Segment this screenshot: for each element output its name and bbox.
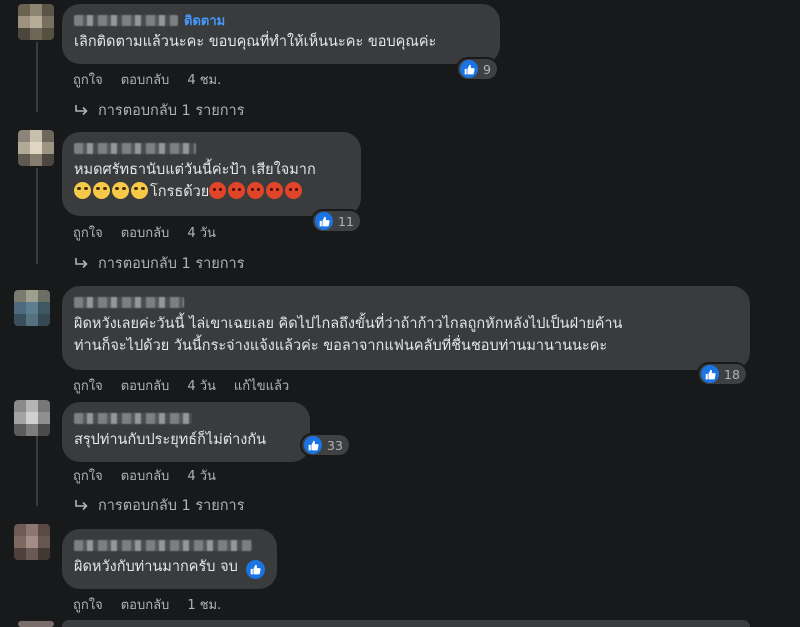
angry-face-emoji xyxy=(228,182,246,199)
reaction-count: 9 xyxy=(483,61,491,77)
edited-label[interactable]: แก้ไขแล้ว xyxy=(234,375,289,396)
author-name-blurred xyxy=(74,296,184,308)
reaction-badge[interactable]: 11 xyxy=(313,211,360,231)
reaction-count: 18 xyxy=(724,366,740,382)
avatar[interactable] xyxy=(14,400,50,436)
angry-face-emoji xyxy=(247,182,265,199)
angry-face-emoji xyxy=(285,182,303,199)
comment-bubble xyxy=(62,620,750,627)
comment-timestamp[interactable]: 4 วัน xyxy=(187,375,216,396)
comment-author[interactable]: ติดตาม xyxy=(74,10,488,31)
reply-button[interactable]: ตอบกลับ xyxy=(121,465,170,486)
comment-actions: ถูกใจ ตอบกลับ 1 ชม. xyxy=(73,594,221,615)
comment-text-line-2: ท่านก็จะไปด้วย วันนี้กระจ่างแจ้งแล้วค่ะ … xyxy=(74,338,608,354)
crying-face-emoji xyxy=(112,182,129,199)
comment-text: สรุปท่านกับประยุทธ์ก็ไม่ต่างกัน xyxy=(74,432,267,448)
like-button[interactable]: ถูกใจ xyxy=(73,594,103,615)
crying-face-emoji xyxy=(131,182,148,199)
comment-actions: ถูกใจ ตอบกลับ 4 ชม. xyxy=(73,69,221,90)
view-replies-link[interactable]: การตอบกลับ 1 รายการ xyxy=(74,99,245,122)
thread-line xyxy=(36,168,38,264)
comment-actions: ถูกใจ ตอบกลับ 4 วัน แก้ไขแล้ว xyxy=(73,375,289,396)
comment-text: เลิกติดตามแล้วนะคะ ขอบคุณที่ทำให้เห็นนะค… xyxy=(74,34,437,50)
avatar[interactable] xyxy=(14,290,50,326)
like-button[interactable]: ถูกใจ xyxy=(73,375,103,396)
comment-bubble: ติดตาม เลิกติดตามแล้วนะคะ ขอบคุณที่ทำให้… xyxy=(62,4,500,64)
author-name-blurred xyxy=(74,539,252,551)
like-button[interactable]: ถูกใจ xyxy=(73,222,103,243)
reaction-badge[interactable]: 9 xyxy=(458,59,497,79)
comment-bubble: ผิดหวังกับท่านมากครับ จบ xyxy=(62,529,277,589)
like-button[interactable]: ถูกใจ xyxy=(73,69,103,90)
reply-button[interactable]: ตอบกลับ xyxy=(121,594,170,615)
author-name-blurred xyxy=(74,412,192,424)
replies-count-label: การตอบกลับ 1 รายการ xyxy=(98,498,245,514)
thread-line xyxy=(36,42,38,112)
reaction-count: 33 xyxy=(327,437,343,453)
view-replies-link[interactable]: การตอบกลับ 1 รายการ xyxy=(74,252,245,275)
comment-author[interactable] xyxy=(74,140,349,156)
reply-arrow-icon xyxy=(75,104,88,115)
angry-face-emoji xyxy=(209,182,227,199)
reply-button[interactable]: ตอบกลับ xyxy=(121,222,170,243)
comment-author[interactable] xyxy=(74,410,298,426)
reaction-count: 11 xyxy=(338,213,354,229)
avatar[interactable] xyxy=(14,524,50,560)
like-icon xyxy=(315,212,333,230)
crying-face-emoji xyxy=(74,182,91,199)
crying-face-emoji xyxy=(93,182,110,199)
comment-timestamp[interactable]: 4 ชม. xyxy=(187,69,221,90)
replies-count-label: การตอบกลับ 1 รายการ xyxy=(98,103,245,119)
reply-arrow-icon xyxy=(75,257,88,268)
view-replies-link[interactable]: การตอบกลับ 1 รายการ xyxy=(74,494,245,517)
author-name-blurred xyxy=(74,142,196,154)
comment-text: ผิดหวังเลยค่ะวันนี้ ไล่เขาเฉยเลย คิดไปไก… xyxy=(74,316,623,332)
reply-button[interactable]: ตอบกลับ xyxy=(121,69,170,90)
like-icon xyxy=(460,60,478,78)
comment-text-line-2: โกรธด้วย xyxy=(74,181,349,203)
like-button[interactable]: ถูกใจ xyxy=(73,465,103,486)
replies-count-label: การตอบกลับ 1 รายการ xyxy=(98,256,245,272)
reaction-badge[interactable]: 33 xyxy=(302,435,349,455)
reaction-badge[interactable]: 18 xyxy=(699,364,746,384)
avatar[interactable] xyxy=(18,4,54,40)
comment-timestamp[interactable]: 4 วัน xyxy=(187,222,216,243)
comment-author[interactable] xyxy=(74,537,265,553)
comment-timestamp[interactable]: 4 วัน xyxy=(187,465,216,486)
author-name-blurred xyxy=(74,14,178,26)
reply-arrow-icon xyxy=(75,499,88,510)
comment-author[interactable] xyxy=(74,294,738,310)
like-icon xyxy=(701,365,719,383)
reply-button[interactable]: ตอบกลับ xyxy=(121,375,170,396)
angry-face-emoji xyxy=(266,182,284,199)
like-icon xyxy=(304,436,322,454)
avatar[interactable] xyxy=(18,130,54,166)
comment-timestamp[interactable]: 1 ชม. xyxy=(187,594,221,615)
comment-bubble: หมดศรัทธานับแต่วันนี้ค่ะป้า เสียใจมาก โก… xyxy=(62,132,361,216)
comment-bubble: สรุปท่านกับประยุทธ์ก็ไม่ต่างกัน xyxy=(62,402,310,462)
comment-actions: ถูกใจ ตอบกลับ 4 วัน xyxy=(73,465,216,486)
follow-link[interactable]: ติดตาม xyxy=(184,10,225,31)
comment-text: หมดศรัทธานับแต่วันนี้ค่ะป้า เสียใจมาก xyxy=(74,162,316,178)
like-icon xyxy=(246,560,266,579)
avatar[interactable] xyxy=(18,621,54,627)
comment-bubble: ผิดหวังเลยค่ะวันนี้ ไล่เขาเฉยเลย คิดไปไก… xyxy=(62,286,750,370)
comment-text-segment: ผิดหวังกับท่านมากครับ จบ xyxy=(74,559,238,575)
comment-actions: ถูกใจ ตอบกลับ 4 วัน xyxy=(73,222,216,243)
comment-text: ผิดหวังกับท่านมากครับ จบ xyxy=(74,556,266,579)
comment-text-segment: โกรธด้วย xyxy=(150,184,210,200)
thread-line xyxy=(36,436,38,506)
